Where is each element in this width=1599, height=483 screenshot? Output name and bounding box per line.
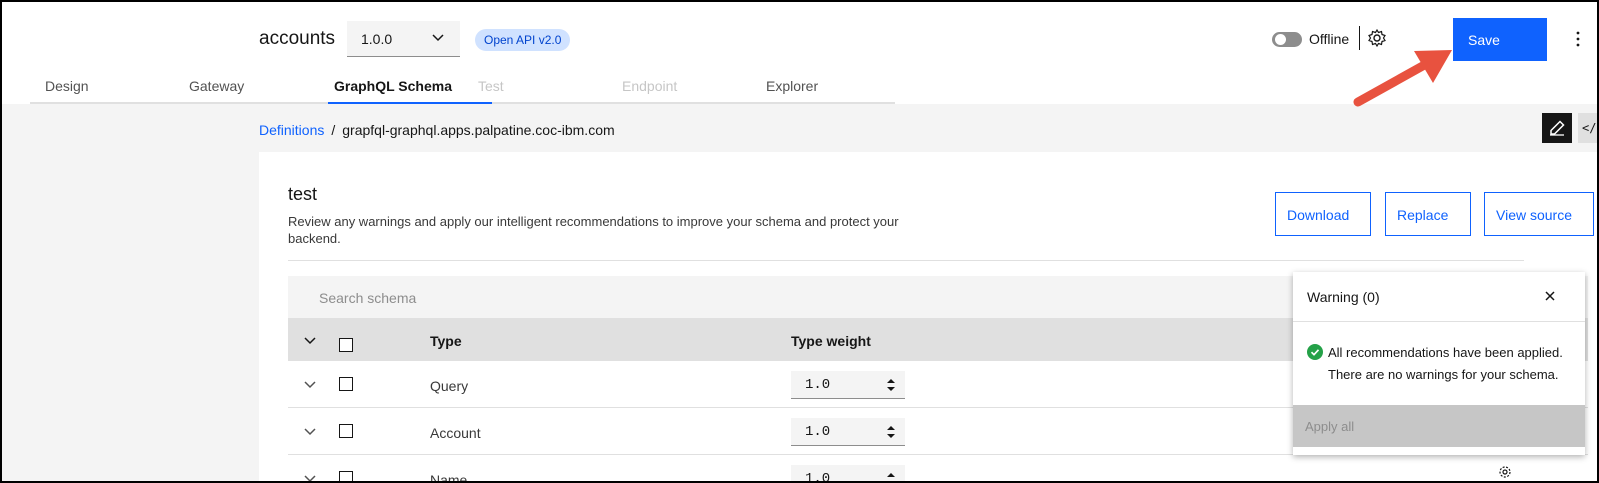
toggle-knob [1275,34,1286,45]
stepper-arrows-icon[interactable] [887,377,895,393]
tab-graphql-schema[interactable]: GraphQL Schema [328,78,492,104]
schema-description: Review any warnings and apply our intell… [288,214,899,246]
tab-bar: Design Gateway GraphQL Schema Test Endpo… [30,78,895,104]
tab-design[interactable]: Design [45,78,89,104]
tab-explorer[interactable]: Explorer [766,78,818,104]
code-view-button[interactable]: </> [1578,113,1599,143]
close-icon[interactable] [1543,289,1557,303]
row-type: Query [430,378,469,394]
warning-message-line2: There are no warnings for your schema. [1328,367,1559,382]
row-type: Name [430,472,468,483]
schema-title: test [288,184,318,204]
type-weight-column-header: Type weight [791,333,871,349]
type-weight-value: 1.0 [805,471,831,483]
row-expand-chevron-icon[interactable] [303,377,317,391]
search-placeholder: Search schema [319,290,417,306]
offline-label: Offline [1309,31,1350,47]
warning-panel: Warning (0) All recommendations have bee… [1293,272,1585,455]
select-all-checkbox[interactable] [339,338,353,352]
row-checkbox[interactable] [339,424,353,438]
api-name: accounts [259,28,336,49]
apply-all-button: Apply all [1293,405,1585,447]
row-checkbox[interactable] [339,377,353,391]
checkmark-success-icon [1307,344,1323,360]
row-expand-chevron-icon[interactable] [303,424,317,438]
row-settings-gear-icon[interactable] [1498,465,1512,479]
type-weight-value: 1.0 [805,377,831,393]
warning-panel-header: Warning (0) [1293,272,1585,322]
tab-endpoint: Endpoint [622,78,678,94]
breadcrumb: Definitions / grapfql-graphql.apps.palpati… [259,122,615,138]
view-source-button[interactable]: View source [1484,192,1594,236]
expand-all-chevron-icon[interactable] [303,333,317,347]
overflow-menu-icon[interactable] [1575,31,1581,47]
row-expand-chevron-icon[interactable] [303,471,317,483]
breadcrumb-definitions-link[interactable]: Definitions [259,122,324,138]
version-dropdown[interactable]: 1.0.0 [347,21,460,57]
download-button[interactable]: Download [1275,192,1371,236]
edit-button[interactable] [1542,113,1572,143]
table-row: Name 1.0 [288,455,1588,483]
annotation-arrow [1353,50,1452,107]
type-weight-stepper[interactable]: 1.0 [791,465,905,483]
row-type: Account [430,425,481,441]
version-value: 1.0.0 [361,31,393,47]
type-weight-stepper[interactable]: 1.0 [791,371,905,399]
type-column-header: Type [430,333,462,349]
chevron-down-icon [432,34,444,42]
replace-button[interactable]: Replace [1385,192,1471,236]
breadcrumb-separator: / [331,122,336,138]
tab-gateway[interactable]: Gateway [189,78,244,104]
row-checkbox[interactable] [339,471,353,483]
type-weight-value: 1.0 [805,424,831,440]
save-button[interactable]: Save [1453,18,1547,61]
stepper-arrows-icon[interactable] [887,471,895,483]
edit-icon [1550,120,1565,136]
warning-panel-title: Warning (0) [1307,289,1380,305]
warning-message-line1: All recommendations have been applied. [1328,345,1563,360]
type-weight-stepper[interactable]: 1.0 [791,418,905,446]
card-divider [288,260,1524,261]
tab-test: Test [478,78,504,94]
api-type-tag: Open API v2.0 [475,29,571,51]
breadcrumb-current: grapfql-graphql.apps.palpatine.coc-ibm.c… [342,122,615,138]
stepper-arrows-icon[interactable] [887,424,895,440]
offline-toggle[interactable] [1272,32,1302,47]
